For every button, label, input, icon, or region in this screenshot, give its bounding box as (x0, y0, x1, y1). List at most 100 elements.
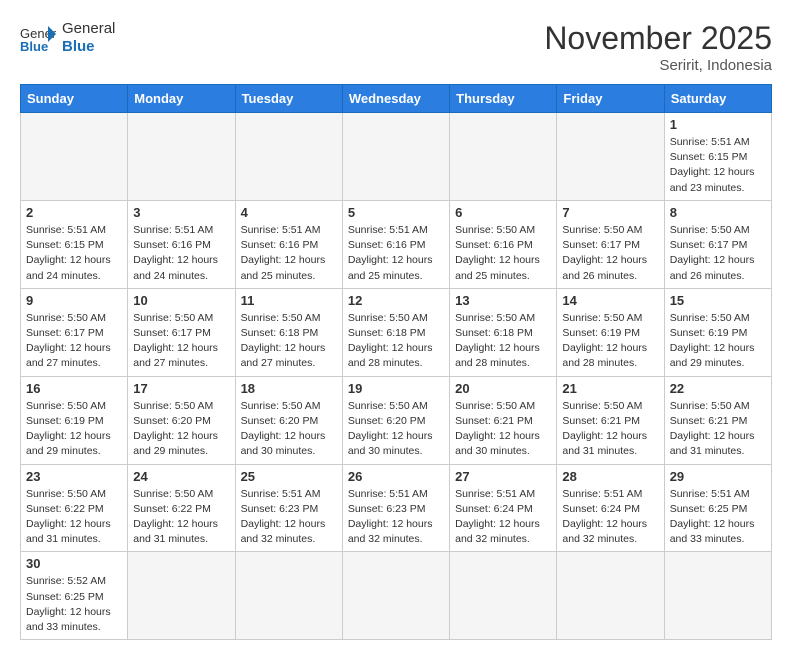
logo: General Blue General Blue (20, 20, 115, 56)
day-number: 1 (670, 117, 766, 132)
day-number: 23 (26, 469, 122, 484)
calendar-day-cell: 19Sunrise: 5:50 AM Sunset: 6:20 PM Dayli… (342, 376, 449, 464)
day-number: 2 (26, 205, 122, 220)
day-number: 17 (133, 381, 229, 396)
calendar-day-cell: 7Sunrise: 5:50 AM Sunset: 6:17 PM Daylig… (557, 200, 664, 288)
svg-text:Blue: Blue (20, 39, 48, 52)
calendar-week-row: 23 Sunrise: 5:50 AM Sunset: 6:22 PM Dayli… (21, 464, 772, 552)
day-info: Sunrise: 5:50 AM Sunset: 6:17 PM Dayligh… (670, 223, 766, 284)
calendar-day-cell (450, 552, 557, 640)
day-info: Sunrise: 5:52 AM Sunset: 6:25 PM Dayligh… (26, 574, 122, 635)
day-number: 14 (562, 293, 658, 308)
day-info: Sunrise: 5:50 AM Sunset: 6:16 PM Dayligh… (455, 223, 551, 284)
day-info: Sunrise: 5:50 AM Sunset: 6:18 PM Dayligh… (241, 311, 337, 372)
day-info: Sunrise: 5:51 AM Sunset: 6:23 PM Dayligh… (241, 487, 337, 548)
calendar-day-cell (664, 552, 771, 640)
calendar-day-header: Monday (128, 85, 235, 113)
day-info: Sunrise: 5:51 AM Sunset: 6:15 PM Dayligh… (26, 223, 122, 284)
calendar-day-cell: 18 Sunrise: 5:50 AM Sunset: 6:20 PM Dayli… (235, 376, 342, 464)
calendar-week-row: 1 Sunrise: 5:51 AM Sunset: 6:15 PM Daylig… (21, 113, 772, 201)
calendar-day-cell: 12Sunrise: 5:50 AM Sunset: 6:18 PM Dayli… (342, 288, 449, 376)
day-info: Sunrise: 5:51 AM Sunset: 6:23 PM Dayligh… (348, 487, 444, 548)
calendar-week-row: 9Sunrise: 5:50 AM Sunset: 6:17 PM Daylig… (21, 288, 772, 376)
calendar-day-cell: 28Sunrise: 5:51 AM Sunset: 6:24 PM Dayli… (557, 464, 664, 552)
calendar-day-cell: 13 Sunrise: 5:50 AM Sunset: 6:18 PM Dayli… (450, 288, 557, 376)
calendar-day-cell (128, 113, 235, 201)
calendar-day-cell (342, 113, 449, 201)
calendar-day-cell: 8 Sunrise: 5:50 AM Sunset: 6:17 PM Daylig… (664, 200, 771, 288)
day-number: 15 (670, 293, 766, 308)
day-number: 18 (241, 381, 337, 396)
day-number: 13 (455, 293, 551, 308)
day-info: Sunrise: 5:51 AM Sunset: 6:24 PM Dayligh… (455, 487, 551, 548)
day-number: 30 (26, 556, 122, 571)
calendar-header-row: SundayMondayTuesdayWednesdayThursdayFrid… (21, 85, 772, 113)
calendar-day-cell: 30 Sunrise: 5:52 AM Sunset: 6:25 PM Dayli… (21, 552, 128, 640)
calendar-day-header: Friday (557, 85, 664, 113)
calendar-day-cell: 23 Sunrise: 5:50 AM Sunset: 6:22 PM Dayli… (21, 464, 128, 552)
day-number: 4 (241, 205, 337, 220)
day-info: Sunrise: 5:50 AM Sunset: 6:22 PM Dayligh… (133, 487, 229, 548)
day-number: 24 (133, 469, 229, 484)
day-info: Sunrise: 5:50 AM Sunset: 6:19 PM Dayligh… (26, 399, 122, 460)
day-info: Sunrise: 5:51 AM Sunset: 6:16 PM Dayligh… (133, 223, 229, 284)
day-info: Sunrise: 5:50 AM Sunset: 6:20 PM Dayligh… (133, 399, 229, 460)
day-number: 5 (348, 205, 444, 220)
calendar-day-cell: 27 Sunrise: 5:51 AM Sunset: 6:24 PM Dayli… (450, 464, 557, 552)
day-info: Sunrise: 5:50 AM Sunset: 6:17 PM Dayligh… (133, 311, 229, 372)
day-info: Sunrise: 5:50 AM Sunset: 6:20 PM Dayligh… (348, 399, 444, 460)
calendar-day-cell: 29Sunrise: 5:51 AM Sunset: 6:25 PM Dayli… (664, 464, 771, 552)
calendar-day-cell: 9Sunrise: 5:50 AM Sunset: 6:17 PM Daylig… (21, 288, 128, 376)
calendar-day-cell (557, 113, 664, 201)
day-number: 29 (670, 469, 766, 484)
day-number: 7 (562, 205, 658, 220)
day-number: 26 (348, 469, 444, 484)
calendar-day-header: Saturday (664, 85, 771, 113)
calendar-table: SundayMondayTuesdayWednesdayThursdayFrid… (20, 84, 772, 640)
day-info: Sunrise: 5:50 AM Sunset: 6:19 PM Dayligh… (562, 311, 658, 372)
calendar-day-cell (450, 113, 557, 201)
calendar-day-cell: 10 Sunrise: 5:50 AM Sunset: 6:17 PM Dayli… (128, 288, 235, 376)
calendar-day-cell (21, 113, 128, 201)
day-info: Sunrise: 5:50 AM Sunset: 6:22 PM Dayligh… (26, 487, 122, 548)
day-number: 22 (670, 381, 766, 396)
day-info: Sunrise: 5:50 AM Sunset: 6:20 PM Dayligh… (241, 399, 337, 460)
day-number: 10 (133, 293, 229, 308)
calendar-day-cell: 15 Sunrise: 5:50 AM Sunset: 6:19 PM Dayli… (664, 288, 771, 376)
day-number: 25 (241, 469, 337, 484)
day-number: 8 (670, 205, 766, 220)
calendar-day-cell (235, 552, 342, 640)
calendar-day-cell: 3 Sunrise: 5:51 AM Sunset: 6:16 PM Daylig… (128, 200, 235, 288)
calendar-week-row: 2 Sunrise: 5:51 AM Sunset: 6:15 PM Daylig… (21, 200, 772, 288)
calendar-day-cell: 11 Sunrise: 5:50 AM Sunset: 6:18 PM Dayli… (235, 288, 342, 376)
title-block: November 2025 Seririt, Indonesia (544, 20, 772, 74)
calendar-day-cell: 6 Sunrise: 5:50 AM Sunset: 6:16 PM Daylig… (450, 200, 557, 288)
day-number: 6 (455, 205, 551, 220)
calendar-week-row: 30 Sunrise: 5:52 AM Sunset: 6:25 PM Dayli… (21, 552, 772, 640)
day-number: 28 (562, 469, 658, 484)
day-number: 3 (133, 205, 229, 220)
location-subtitle: Seririt, Indonesia (544, 57, 772, 74)
calendar-day-cell: 22Sunrise: 5:50 AM Sunset: 6:21 PM Dayli… (664, 376, 771, 464)
calendar-day-cell (128, 552, 235, 640)
month-title: November 2025 (544, 20, 772, 57)
calendar-day-header: Thursday (450, 85, 557, 113)
calendar-day-cell: 5Sunrise: 5:51 AM Sunset: 6:16 PM Daylig… (342, 200, 449, 288)
day-number: 11 (241, 293, 337, 308)
calendar-day-header: Wednesday (342, 85, 449, 113)
day-number: 20 (455, 381, 551, 396)
calendar-day-cell: 16Sunrise: 5:50 AM Sunset: 6:19 PM Dayli… (21, 376, 128, 464)
calendar-day-cell (342, 552, 449, 640)
day-info: Sunrise: 5:50 AM Sunset: 6:18 PM Dayligh… (455, 311, 551, 372)
day-number: 27 (455, 469, 551, 484)
calendar-day-cell: 25 Sunrise: 5:51 AM Sunset: 6:23 PM Dayli… (235, 464, 342, 552)
day-info: Sunrise: 5:50 AM Sunset: 6:21 PM Dayligh… (562, 399, 658, 460)
calendar-day-cell: 1 Sunrise: 5:51 AM Sunset: 6:15 PM Daylig… (664, 113, 771, 201)
day-info: Sunrise: 5:51 AM Sunset: 6:15 PM Dayligh… (670, 135, 766, 196)
day-info: Sunrise: 5:50 AM Sunset: 6:19 PM Dayligh… (670, 311, 766, 372)
calendar-day-cell: 20Sunrise: 5:50 AM Sunset: 6:21 PM Dayli… (450, 376, 557, 464)
calendar-day-cell: 14 Sunrise: 5:50 AM Sunset: 6:19 PM Dayli… (557, 288, 664, 376)
page-header: General Blue General Blue November 2025 … (20, 20, 772, 74)
calendar-week-row: 16Sunrise: 5:50 AM Sunset: 6:19 PM Dayli… (21, 376, 772, 464)
day-number: 21 (562, 381, 658, 396)
